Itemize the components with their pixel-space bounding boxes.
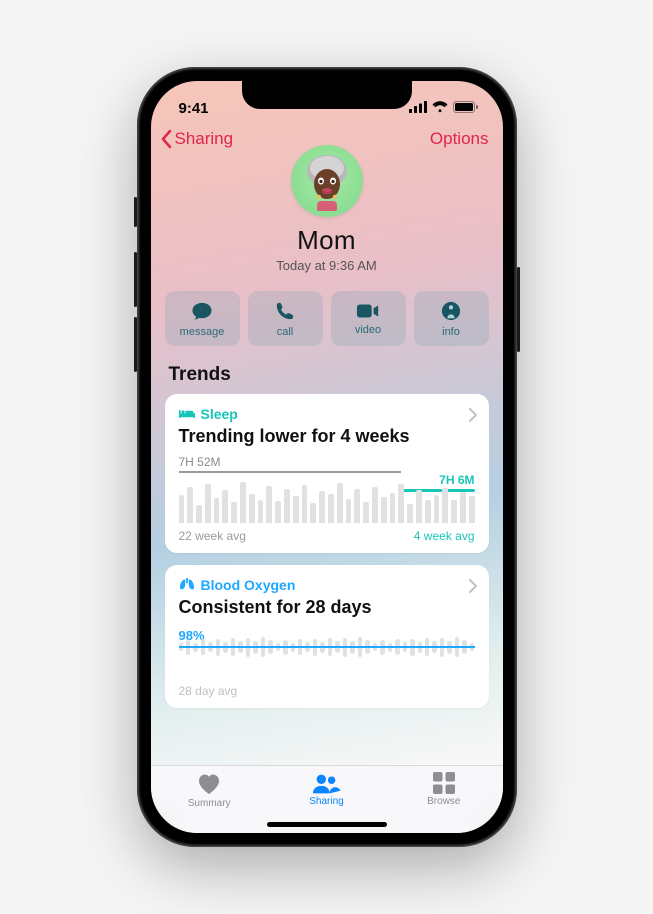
battery-icon	[453, 100, 479, 117]
lungs-icon	[179, 578, 195, 592]
long-avg-legend: 22 week avg	[179, 529, 246, 543]
tab-label: Summary	[188, 798, 231, 809]
chevron-right-icon	[469, 408, 477, 427]
card-category: Sleep	[201, 406, 238, 422]
grid-icon	[433, 772, 455, 794]
action-label: video	[355, 324, 381, 336]
tab-label: Sharing	[309, 796, 343, 807]
home-indicator[interactable]	[267, 822, 387, 827]
call-button[interactable]: call	[248, 291, 323, 346]
long-avg-value: 7H 52M	[179, 455, 221, 469]
signal-icon	[409, 100, 427, 117]
memoji-icon	[297, 151, 357, 211]
profile-header: Mom Today at 9:36 AM	[151, 145, 503, 273]
bed-icon	[179, 408, 195, 420]
card-headline: Consistent for 28 days	[179, 597, 475, 618]
message-icon	[191, 301, 213, 321]
phone-icon	[275, 301, 295, 321]
tab-summary[interactable]: Summary	[151, 772, 268, 831]
card-headline: Trending lower for 4 weeks	[179, 426, 475, 447]
profile-timestamp: Today at 9:36 AM	[276, 258, 376, 273]
tab-label: Browse	[427, 796, 460, 807]
action-label: info	[442, 326, 460, 338]
video-icon	[356, 303, 380, 319]
sleep-chart: 7H 52M 7H 6M	[179, 459, 475, 523]
info-icon	[441, 301, 461, 321]
oxygen-chart: 98%	[179, 632, 475, 680]
oxygen-legend: 28 day avg	[179, 684, 475, 698]
action-label: call	[277, 326, 294, 338]
video-button[interactable]: video	[331, 291, 406, 346]
people-icon	[311, 772, 341, 794]
short-avg-legend: 4 week avg	[414, 529, 475, 543]
info-button[interactable]: info	[414, 291, 489, 346]
avatar[interactable]	[291, 145, 363, 217]
status-time: 9:41	[179, 100, 209, 117]
section-title-trends: Trends	[151, 356, 503, 394]
profile-name: Mom	[297, 225, 356, 256]
wifi-icon	[432, 100, 448, 117]
chevron-right-icon	[469, 579, 477, 598]
message-button[interactable]: message	[165, 291, 240, 346]
action-label: message	[180, 326, 225, 338]
trend-card-sleep[interactable]: Sleep Trending lower for 4 weeks 7H 52M …	[165, 394, 489, 553]
card-category: Blood Oxygen	[201, 577, 296, 593]
tab-browse[interactable]: Browse	[385, 772, 502, 831]
action-row: message call video info	[151, 273, 503, 356]
heart-icon	[196, 772, 222, 796]
trend-card-oxygen[interactable]: Blood Oxygen Consistent for 28 days 98% …	[165, 565, 489, 708]
